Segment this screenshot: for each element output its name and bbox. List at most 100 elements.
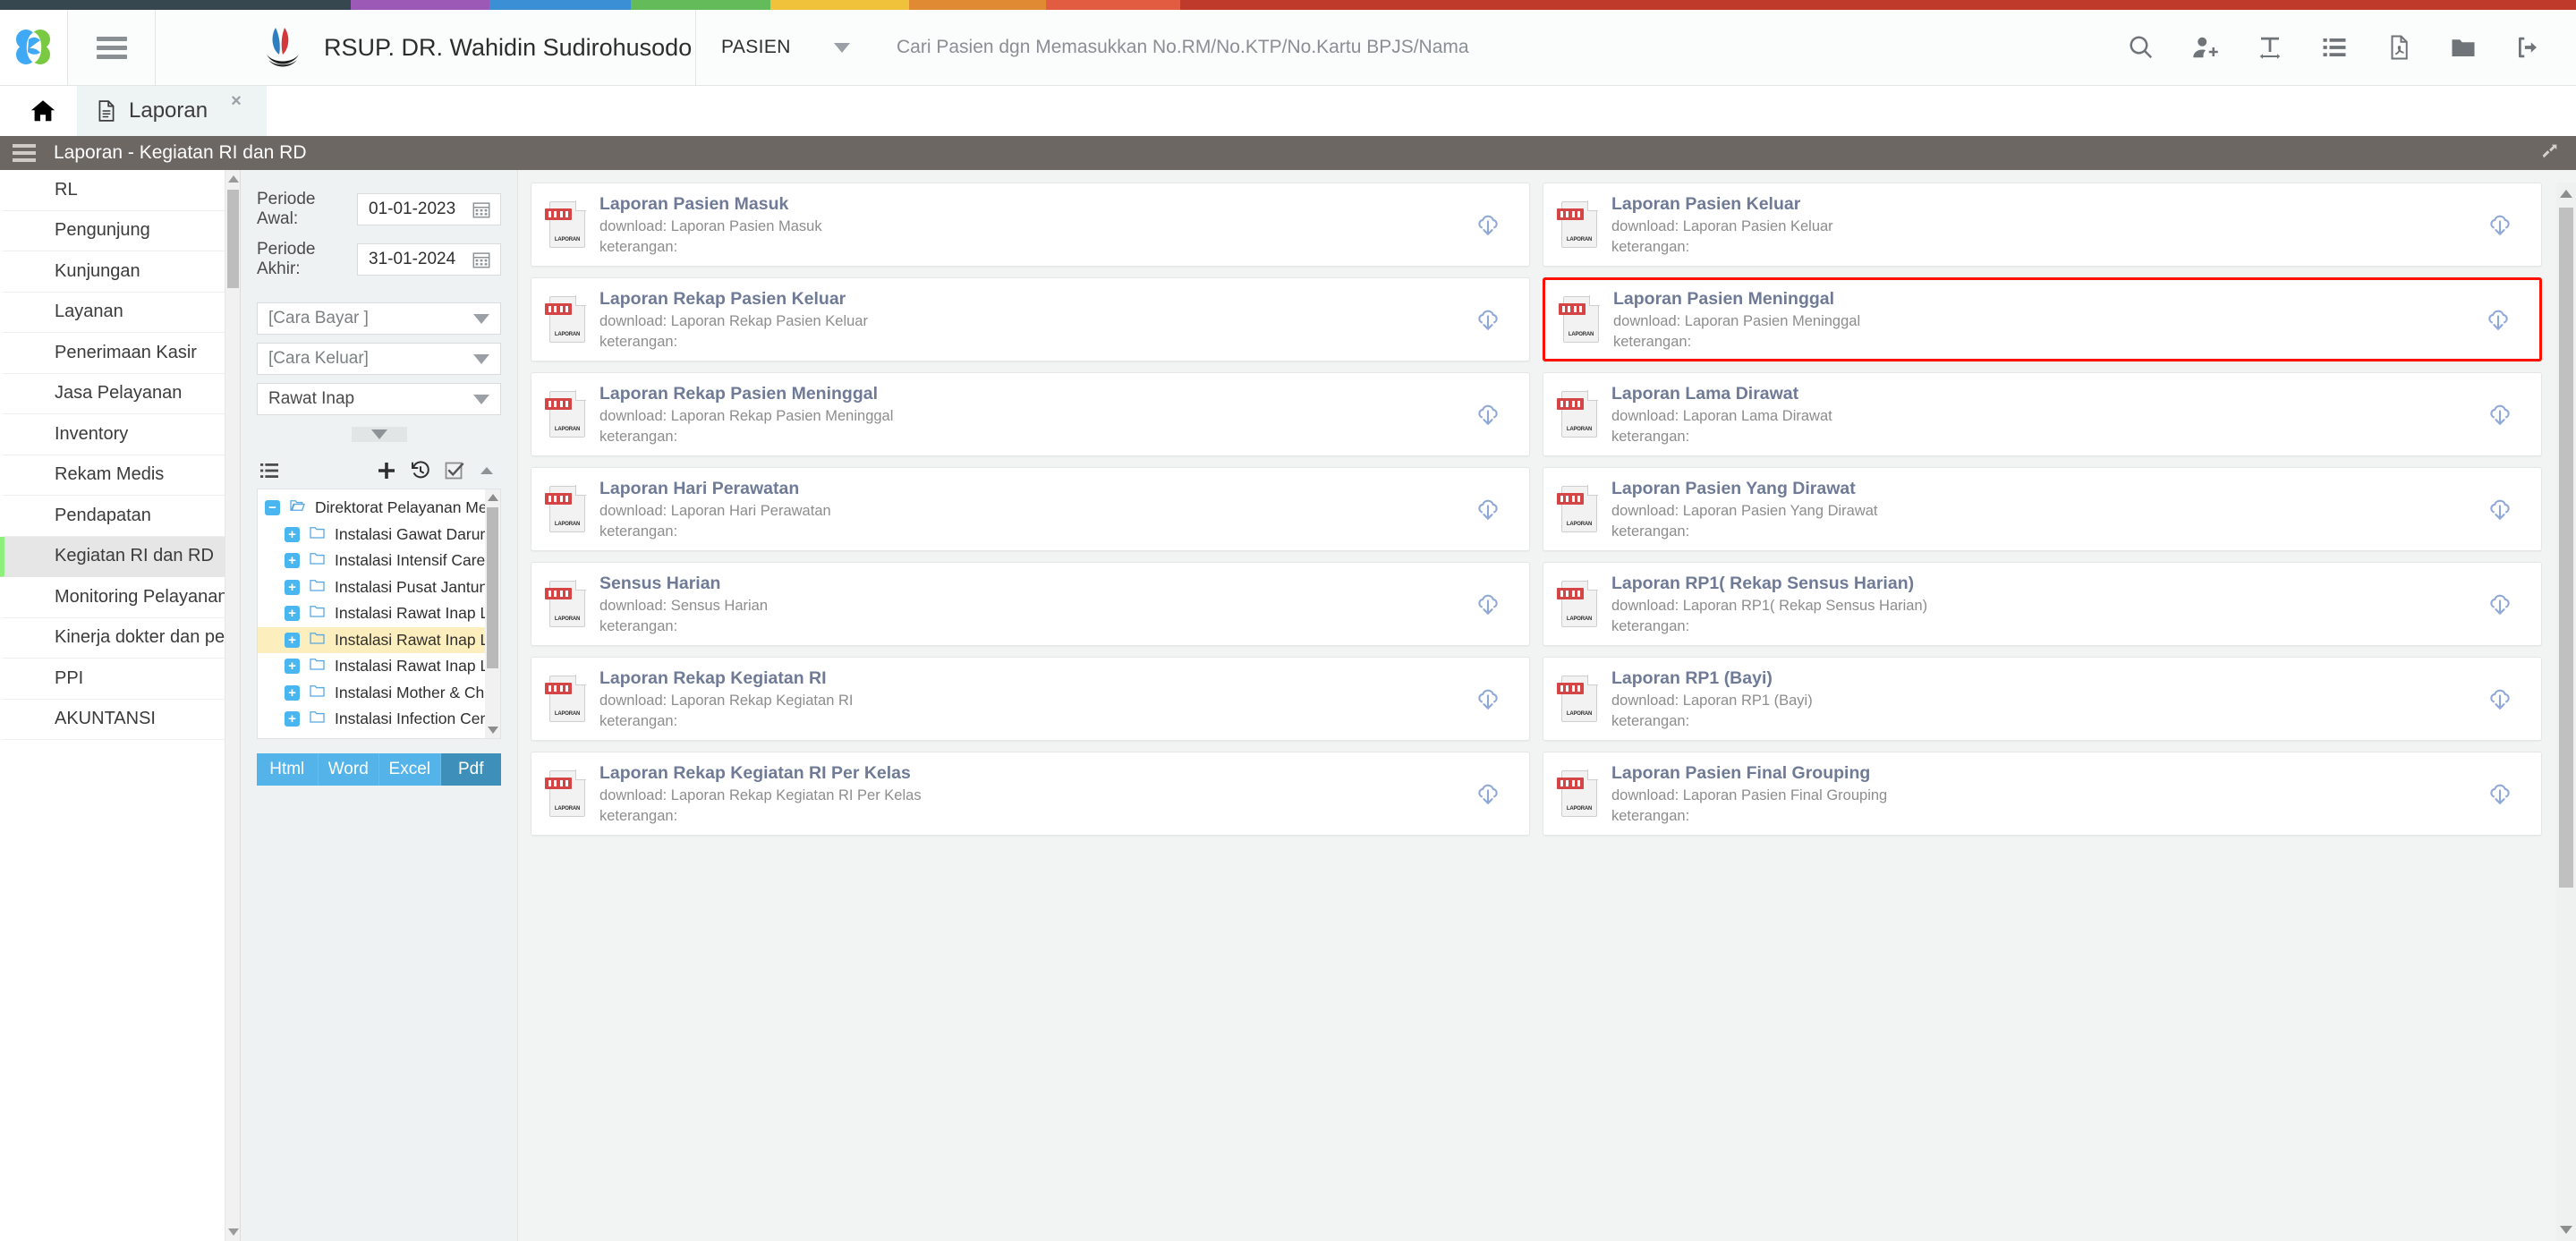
expand-node-icon[interactable]: +: [285, 684, 300, 701]
tab-laporan[interactable]: Laporan ×: [77, 86, 267, 136]
app-logo[interactable]: [0, 10, 68, 85]
sidebar-item-pengunjung[interactable]: Pengunjung: [0, 211, 225, 251]
download-cloud-icon[interactable]: [2482, 589, 2518, 619]
sidebar-scroll-thumb[interactable]: [227, 190, 239, 288]
tree-node[interactable]: + Instalasi Infection Center: [258, 706, 500, 733]
expand-node-icon[interactable]: +: [285, 579, 300, 595]
collapse-node-icon[interactable]: −: [265, 500, 280, 516]
logout-icon[interactable]: [2495, 10, 2560, 86]
export-html-button[interactable]: Html: [257, 753, 319, 786]
history-icon[interactable]: [410, 460, 431, 481]
report-card[interactable]: LAPORAN Laporan Pasien Final Grouping down…: [1543, 752, 2542, 836]
expand-node-icon[interactable]: +: [285, 632, 300, 648]
sidebar-item-layanan[interactable]: Layanan: [0, 293, 225, 333]
menu-toggle-button[interactable]: [68, 10, 156, 85]
tree-node[interactable]: + Instalasi Pusat Jantung Terpadu: [258, 574, 500, 601]
report-card[interactable]: LAPORAN Laporan Pasien Masuk download: Lap…: [531, 183, 1530, 267]
sidebar-item-kinerja-dokter-dan-pe[interactable]: Kinerja dokter dan pe...: [0, 618, 225, 659]
sidebar-item-kunjungan[interactable]: Kunjungan: [0, 251, 225, 293]
download-cloud-icon[interactable]: [1470, 684, 1506, 714]
filter-collapse-toggle[interactable]: [351, 427, 407, 442]
tree-node[interactable]: − Direktorat Pelayanan Medik, Kepe...: [258, 495, 500, 522]
tree-node[interactable]: + Instalasi Gawat Darurat: [258, 522, 500, 548]
tree-scrollbar[interactable]: [485, 489, 500, 738]
scroll-down-icon[interactable]: [2560, 1226, 2572, 1234]
export-word-button[interactable]: Word: [318, 753, 379, 786]
download-cloud-icon[interactable]: [1470, 778, 1506, 809]
download-cloud-icon[interactable]: [2482, 778, 2518, 809]
list-icon[interactable]: [2302, 10, 2367, 86]
download-cloud-icon[interactable]: [1470, 494, 1506, 524]
expand-node-icon[interactable]: +: [285, 526, 300, 542]
breadcrumb-menu-icon[interactable]: [13, 140, 36, 166]
tree-node[interactable]: + Instalasi Mother & Child Center: [258, 680, 500, 707]
sidebar-item-pendapatan[interactable]: Pendapatan: [0, 496, 225, 537]
tree-scroll-thumb[interactable]: [487, 507, 498, 668]
search-icon[interactable]: [2109, 10, 2173, 86]
reports-scroll-thumb[interactable]: [2559, 208, 2573, 888]
report-card[interactable]: LAPORAN Sensus Harian download: Sensus Har…: [531, 562, 1530, 646]
download-cloud-icon[interactable]: [2482, 209, 2518, 240]
report-card[interactable]: LAPORAN Laporan Pasien Keluar download: La…: [1543, 183, 2542, 267]
add-icon[interactable]: [376, 460, 397, 481]
periode-awal-input[interactable]: 01-01-2023: [357, 193, 501, 225]
download-cloud-icon[interactable]: [2482, 399, 2518, 429]
scroll-up-icon[interactable]: [488, 494, 498, 501]
reports-scrollbar[interactable]: [2556, 183, 2576, 1241]
sidebar-scrollbar[interactable]: [225, 170, 241, 1241]
add-user-icon[interactable]: [2173, 10, 2238, 86]
collapse-up-icon[interactable]: [478, 463, 496, 478]
expand-node-icon[interactable]: +: [285, 737, 300, 738]
report-card[interactable]: LAPORAN Laporan Hari Perawatan download: L…: [531, 467, 1530, 551]
report-card[interactable]: LAPORAN Laporan Rekap Pasien Meninggal dow…: [531, 372, 1530, 456]
export-pdf-button[interactable]: Pdf: [440, 753, 501, 786]
calendar-icon[interactable]: [472, 250, 491, 269]
folder-icon[interactable]: [2431, 10, 2495, 86]
expand-node-icon[interactable]: +: [285, 553, 300, 569]
tree-node[interactable]: + Instalasi Intensif Care Center: [258, 548, 500, 574]
cara-bayar-select[interactable]: [Cara Bayar ]: [257, 302, 501, 335]
sidebar-item-akuntansi[interactable]: AKUNTANSI: [0, 700, 225, 740]
module-selector[interactable]: PASIEN: [696, 10, 875, 85]
text-width-icon[interactable]: [2238, 10, 2302, 86]
report-card[interactable]: LAPORAN Laporan Rekap Kegiatan RI Per Kel…: [531, 752, 1530, 836]
download-cloud-icon[interactable]: [1470, 399, 1506, 429]
expand-node-icon[interactable]: +: [285, 659, 300, 675]
scroll-up-icon[interactable]: [228, 175, 239, 183]
expand-fullscreen-icon[interactable]: [2538, 141, 2562, 166]
sidebar-item-rekam-medis[interactable]: Rekam Medis: [0, 455, 225, 496]
download-cloud-icon[interactable]: [1470, 304, 1506, 335]
tree-node[interactable]: + Instalasi Rawat Inap Lontara 1...: [258, 600, 500, 627]
report-card[interactable]: LAPORAN Laporan Rekap Pasien Keluar downlo…: [531, 277, 1530, 361]
expand-node-icon[interactable]: +: [285, 606, 300, 622]
sidebar-item-rl[interactable]: RL: [0, 170, 225, 211]
download-cloud-icon[interactable]: [2480, 304, 2516, 335]
report-card[interactable]: LAPORAN Laporan Pasien Yang Dirawat downlo…: [1543, 467, 2542, 551]
download-cloud-icon[interactable]: [1470, 589, 1506, 619]
download-cloud-icon[interactable]: [2482, 684, 2518, 714]
check-all-icon[interactable]: [444, 460, 465, 481]
sidebar-item-penerimaan-kasir[interactable]: Penerimaan Kasir: [0, 333, 225, 374]
periode-akhir-input[interactable]: 31-01-2024: [357, 243, 501, 276]
list-view-icon[interactable]: [259, 460, 280, 481]
sidebar-item-ppi[interactable]: PPI: [0, 659, 225, 700]
report-card[interactable]: LAPORAN Laporan RP1( Rekap Sensus Harian)…: [1543, 562, 2542, 646]
cara-keluar-select[interactable]: [Cara Keluar]: [257, 343, 501, 375]
report-card[interactable]: LAPORAN Laporan Pasien Meninggal download:…: [1543, 277, 2542, 361]
sidebar-item-inventory[interactable]: Inventory: [0, 414, 225, 455]
report-card[interactable]: LAPORAN Laporan Rekap Kegiatan RI download…: [531, 657, 1530, 741]
tree-node[interactable]: + Instalasi Rawat Inap Lontara 2: [258, 626, 500, 653]
pdf-file-icon[interactable]: [2367, 10, 2431, 86]
close-icon[interactable]: ×: [231, 91, 242, 112]
sidebar-item-monitoring-pelayanan[interactable]: Monitoring Pelayanan: [0, 577, 225, 618]
download-cloud-icon[interactable]: [2482, 494, 2518, 524]
tree-node[interactable]: + Instalasi Rawat Inap Lontara 3: [258, 653, 500, 680]
expand-node-icon[interactable]: +: [285, 711, 300, 727]
calendar-icon[interactable]: [472, 200, 491, 219]
tree-node[interactable]: + Instalasi Private Care Center (...: [258, 733, 500, 738]
global-search-field[interactable]: Cari Pasien dgn Memasukkan No.RM/No.KTP/…: [875, 10, 2109, 85]
jenis-layanan-select[interactable]: Rawat Inap: [257, 383, 501, 415]
export-excel-button[interactable]: Excel: [379, 753, 441, 786]
tab-home[interactable]: [9, 86, 77, 136]
report-card[interactable]: LAPORAN Laporan RP1 (Bayi) download: Lapor…: [1543, 657, 2542, 741]
